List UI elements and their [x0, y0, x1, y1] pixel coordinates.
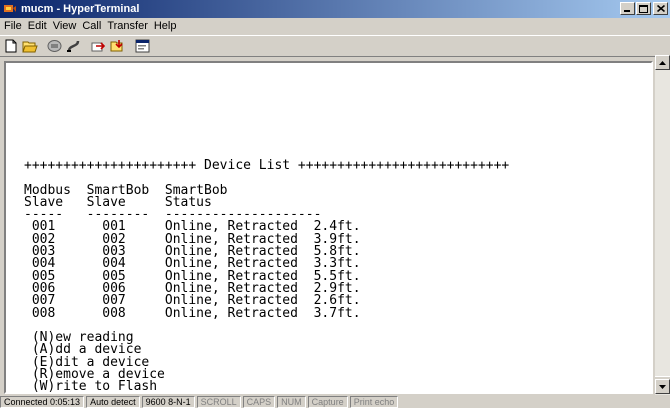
connect-button[interactable]: [46, 38, 63, 54]
properties-icon: [135, 39, 150, 53]
menu-file[interactable]: File: [0, 20, 25, 32]
send-button[interactable]: [90, 38, 107, 54]
scroll-up-button[interactable]: [655, 55, 670, 70]
receive-icon: [110, 40, 123, 52]
maximize-button[interactable]: [636, 2, 651, 15]
close-icon: [656, 5, 665, 12]
scroll-down-button[interactable]: [655, 379, 670, 394]
menu-transfer[interactable]: Transfer: [104, 20, 151, 32]
title-bar[interactable]: mucm - HyperTerminal: [0, 0, 670, 18]
menu-view[interactable]: View: [50, 20, 80, 32]
terminal-output: ++++++++++++++++++++++ Device List +++++…: [24, 158, 510, 392]
maximize-icon: [639, 4, 648, 13]
status-capture: Capture: [307, 396, 348, 408]
connect-icon: [47, 40, 62, 52]
open-icon: [21, 41, 38, 52]
toolbar: [0, 35, 670, 57]
send-icon: [91, 42, 106, 52]
receive-button[interactable]: [109, 38, 126, 54]
vertical-scrollbar[interactable]: [655, 55, 670, 395]
hyperterminal-icon: [4, 5, 16, 12]
status-bar: Connected 0:05:13 Auto detect 9600 8-N-1…: [0, 396, 670, 408]
menu-call[interactable]: Call: [79, 20, 104, 32]
window-controls: [619, 2, 668, 15]
terminal-line: (W)rite to Flash: [24, 379, 158, 392]
terminal-frame: ++++++++++++++++++++++ Device List +++++…: [4, 61, 653, 394]
status-scroll: SCROLL: [196, 396, 241, 408]
status-print-echo: Print echo: [349, 396, 399, 408]
open-button[interactable]: [21, 38, 38, 54]
new-icon: [5, 39, 16, 53]
status-detect: Auto detect: [86, 396, 140, 408]
arrow-up-icon: [659, 60, 666, 65]
menu-edit[interactable]: Edit: [25, 20, 50, 32]
window-title: mucm - HyperTerminal: [21, 3, 140, 15]
status-settings: 9600 8-N-1: [141, 396, 195, 408]
arrow-down-icon: [659, 384, 666, 389]
minimize-button[interactable]: [620, 2, 635, 15]
new-button[interactable]: [2, 38, 19, 54]
terminal-line: ++++++++++++++++++++++ Device List +++++…: [24, 158, 510, 173]
status-connected: Connected 0:05:13: [0, 396, 85, 408]
minimize-icon: [624, 10, 630, 12]
terminal-screen[interactable]: ++++++++++++++++++++++ Device List +++++…: [8, 65, 651, 392]
disconnect-button[interactable]: [65, 38, 82, 54]
disconnect-icon: [67, 40, 80, 52]
menu-help[interactable]: Help: [151, 20, 180, 32]
properties-button[interactable]: [134, 38, 151, 54]
status-num: NUM: [277, 396, 306, 408]
close-button[interactable]: [653, 2, 668, 15]
status-caps: CAPS: [242, 396, 276, 408]
menu-bar: File Edit View Call Transfer Help: [0, 18, 670, 34]
terminal-line: 008 008 Online, Retracted 3.7ft.: [24, 305, 361, 321]
